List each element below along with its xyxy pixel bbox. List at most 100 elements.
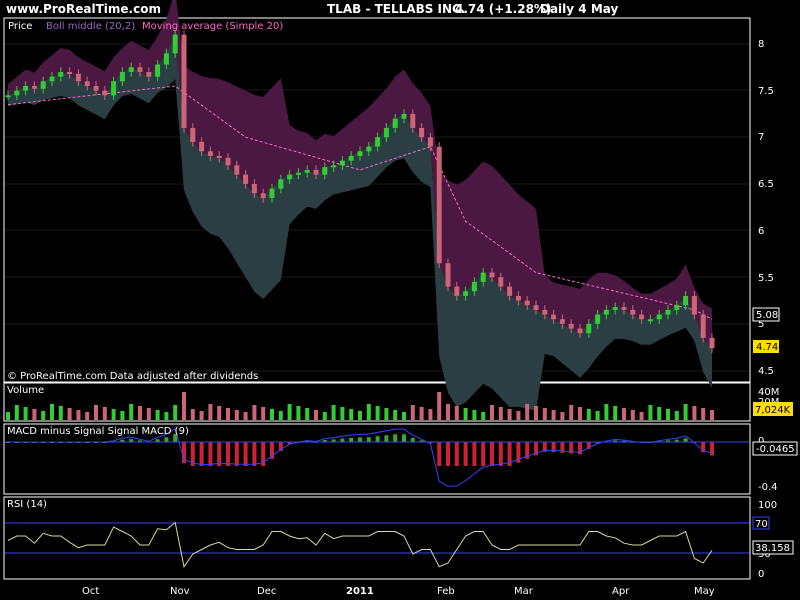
price-candle — [551, 314, 557, 320]
macd-histogram-bar — [164, 437, 169, 442]
rsi-panel[interactable] — [3, 496, 751, 580]
month-oct: Oct — [82, 586, 99, 597]
price-candle — [700, 314, 706, 338]
volume-bar — [243, 412, 248, 420]
price-candle — [225, 157, 231, 166]
price-candle — [172, 34, 178, 54]
volume-bar — [666, 409, 670, 420]
volume-bar — [349, 409, 354, 420]
macd-histogram-bar — [410, 437, 415, 442]
macd-histogram-bar — [472, 442, 477, 466]
price-tick-7.5: 7.5 — [758, 86, 774, 97]
volume-bar — [261, 407, 266, 420]
price-candle — [278, 179, 284, 189]
month-nov: Nov — [170, 586, 190, 597]
price-candle — [111, 81, 117, 96]
macd-histogram-bar — [481, 442, 486, 466]
volume-bar — [490, 405, 494, 420]
price-candle — [339, 160, 345, 166]
price-candle — [67, 71, 73, 74]
volume-bar — [639, 412, 644, 420]
price-tick-6: 6 — [758, 226, 764, 237]
volume-bar — [586, 409, 591, 420]
volume-bar — [560, 412, 565, 420]
price-candle — [507, 286, 513, 296]
price-candle — [137, 67, 143, 72]
volume-bar — [630, 410, 635, 420]
macd-histogram-bar — [402, 434, 406, 442]
volume-bar — [270, 409, 274, 420]
price-footnote: © ProRealTime.com Data adjusted after di… — [7, 371, 258, 382]
price-candle — [75, 73, 81, 82]
volume-label: Volume — [7, 385, 44, 396]
price-candle — [674, 305, 680, 310]
price-candle — [577, 328, 583, 334]
volume-bar — [446, 404, 450, 420]
volume-bar — [322, 412, 327, 420]
volume-bar — [683, 404, 688, 420]
x-axis: Oct Nov Dec 2011 Feb Mar Apr May — [82, 586, 715, 597]
price-candle — [348, 155, 354, 161]
price-candle — [647, 319, 653, 322]
volume-bar — [208, 404, 213, 420]
volume-value-text: 7,024K — [755, 405, 791, 416]
volume-bar — [516, 411, 521, 420]
price-tick-8: 8 — [758, 39, 764, 50]
price-candle — [128, 67, 134, 72]
macd-histogram-bar — [463, 442, 468, 466]
volume-bar — [551, 410, 556, 420]
price-candle — [322, 167, 328, 175]
price-candle — [621, 307, 627, 310]
price-candle — [23, 85, 29, 91]
price-candle — [234, 165, 240, 175]
price-candle — [683, 295, 689, 306]
volume-bar — [481, 412, 486, 420]
price-candle — [709, 337, 715, 349]
volume-bar — [14, 405, 19, 420]
price-candle — [84, 81, 90, 86]
month-may: May — [694, 586, 715, 597]
volume-bar — [217, 406, 222, 420]
price-candle — [243, 174, 249, 184]
volume-bar — [287, 404, 292, 420]
site-title[interactable]: www.ProRealTime.com — [6, 2, 161, 16]
volume-bar — [437, 392, 442, 420]
volume-bar — [164, 412, 169, 420]
macd-label: MACD minus Signal Signal MACD (9) — [7, 426, 189, 437]
macd-histogram-bar — [710, 442, 714, 456]
price-candle — [269, 188, 275, 198]
price-candle — [251, 183, 257, 194]
price-candle — [586, 323, 592, 334]
volume-bar — [182, 392, 186, 420]
price-candle — [691, 295, 697, 315]
price-candle — [595, 314, 601, 324]
price-candle — [181, 34, 187, 128]
price-candle — [40, 81, 46, 89]
macd-histogram-bar — [349, 437, 354, 442]
ticker-title: TLAB - TELLABS INC. — [327, 2, 465, 16]
volume-bar — [340, 407, 345, 420]
volume-bar — [102, 407, 107, 420]
price-candle — [665, 309, 671, 315]
rsi-value-text: 38.158 — [755, 543, 790, 554]
volume-bar — [138, 406, 142, 420]
price-candle — [155, 64, 161, 77]
macd-histogram-bar — [208, 442, 213, 466]
volume-bar — [419, 407, 424, 420]
volume-bar — [701, 408, 706, 420]
volume-bar — [542, 408, 547, 420]
rsi-value-tag: 38.158 — [752, 540, 794, 555]
price-candle — [392, 118, 398, 128]
volume-bar — [155, 410, 160, 420]
month-2011: 2011 — [346, 586, 374, 597]
month-apr: Apr — [612, 586, 630, 597]
volume-bar — [129, 404, 134, 420]
volume-bar — [252, 405, 257, 420]
price-candle — [489, 272, 495, 278]
volume-bar — [67, 408, 72, 420]
price-candle — [515, 295, 521, 301]
price-legend-price: Price — [8, 21, 32, 32]
volume-bar — [226, 408, 230, 420]
volume-bar — [384, 408, 389, 420]
price-candle — [119, 71, 125, 82]
